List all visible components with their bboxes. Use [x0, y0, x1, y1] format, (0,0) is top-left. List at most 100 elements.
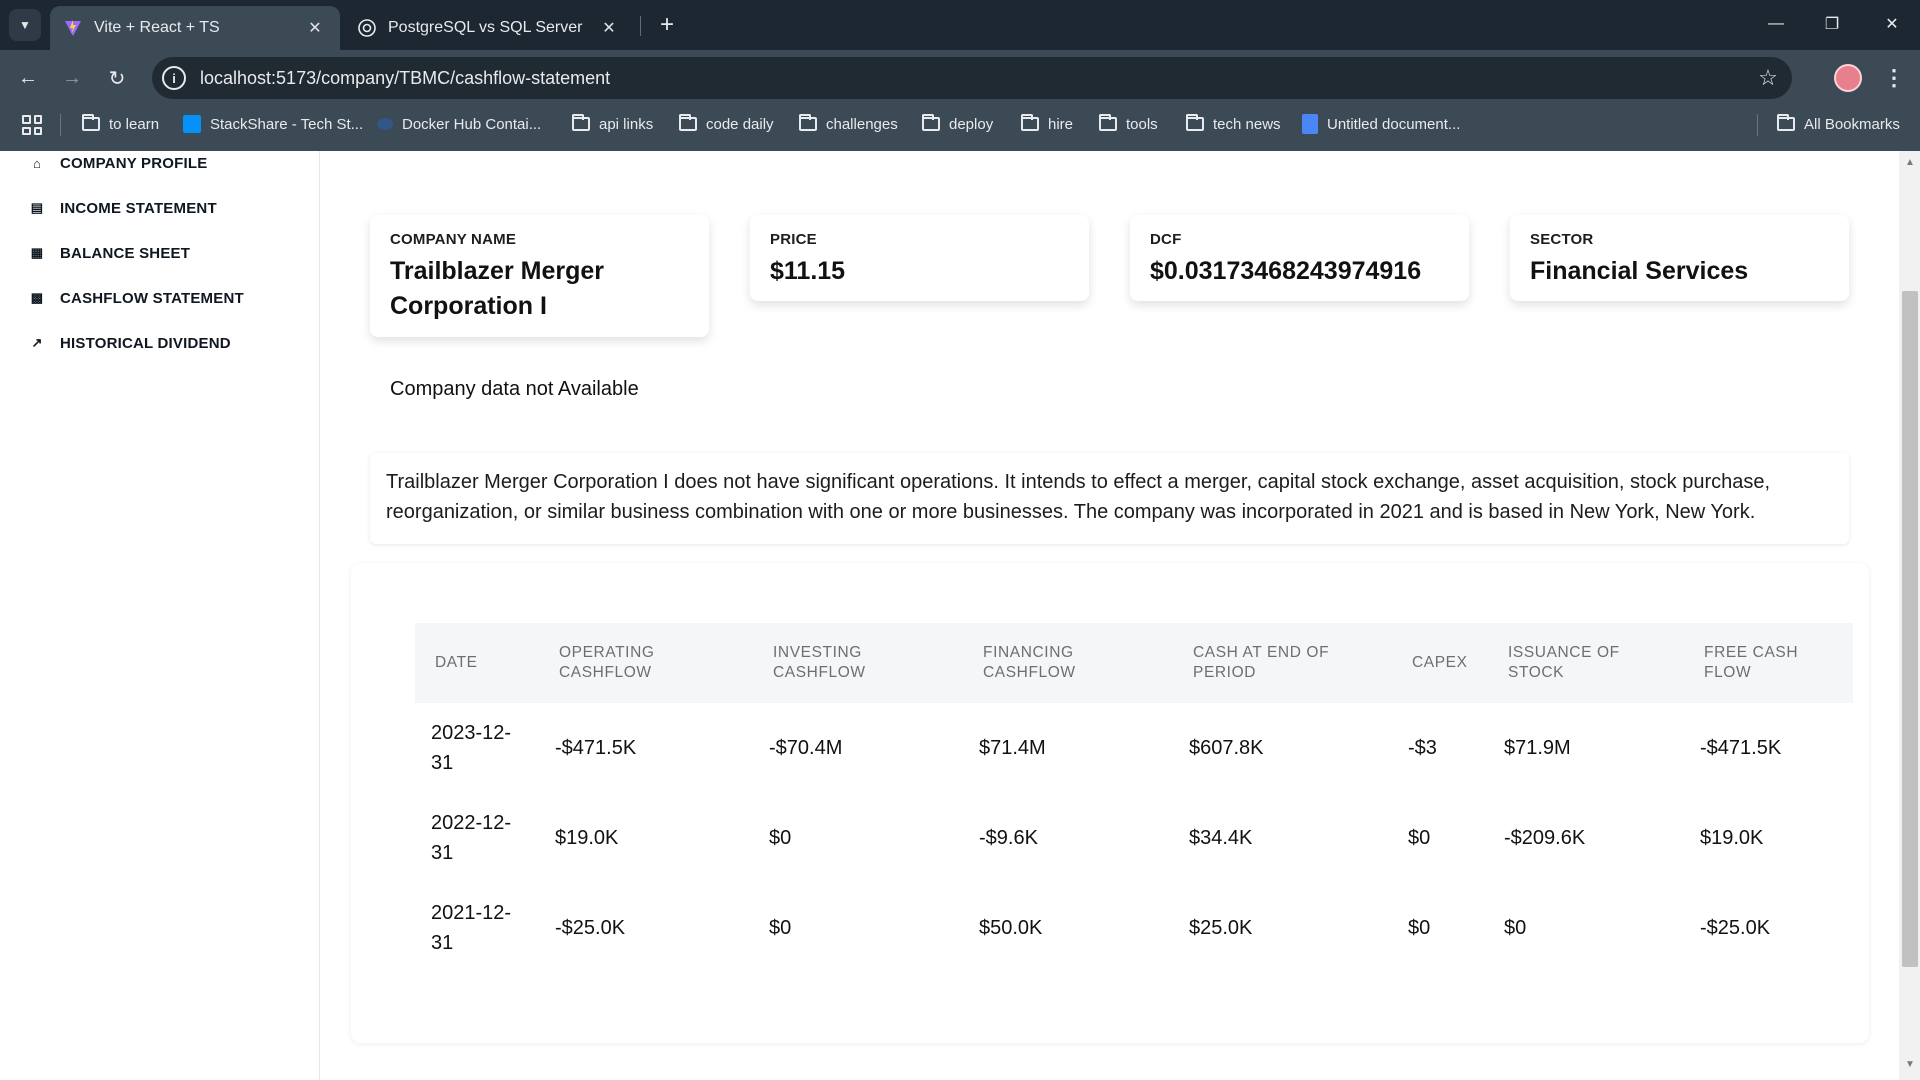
bookmark-separator: [1757, 114, 1758, 136]
tab-separator: [640, 16, 641, 36]
dcf-card: DCF $0.03173468243974916: [1130, 215, 1469, 301]
new-tab-button[interactable]: +: [652, 10, 682, 40]
bookmark-untitled-document[interactable]: Untitled document...: [1302, 106, 1460, 142]
all-bookmarks-label: All Bookmarks: [1804, 115, 1900, 133]
cashflow-table-card: DATE OPERATING CASHFLOW INVESTING CASHFL…: [351, 563, 1869, 1043]
sidebar-item-company-profile[interactable]: ⌂ COMPANY PROFILE: [28, 151, 207, 175]
restore-button[interactable]: ❐: [1812, 8, 1852, 40]
table-cell: -$471.5K: [555, 737, 637, 759]
table-cell: $0: [1504, 917, 1527, 939]
table-header-row: DATE OPERATING CASHFLOW INVESTING CASHFL…: [415, 623, 1853, 703]
table-cell: $25.0K: [1189, 917, 1253, 939]
table-row: 2023-12-31 -$471.5K -$70.4M $71.4M $607.…: [415, 703, 1853, 793]
folder-icon: [572, 114, 590, 131]
folder-icon: [922, 114, 940, 131]
tab-title: Vite + React + TS: [94, 19, 220, 36]
bookmark-stackshare[interactable]: StackShare - Tech St...: [183, 106, 363, 142]
folder-icon: [1777, 114, 1795, 131]
reload-button[interactable]: ↻: [101, 62, 133, 94]
sidebar-item-cashflow-statement[interactable]: ▩ CASHFLOW STATEMENT: [28, 286, 244, 310]
minimize-icon: —: [1768, 15, 1784, 32]
main-panel: COMPANY NAME Trailblazer Merger Corporat…: [321, 151, 1899, 1080]
column-header: ISSUANCE OF STOCK: [1508, 644, 1620, 681]
company-name-card: COMPANY NAME Trailblazer Merger Corporat…: [370, 215, 709, 337]
bookmark-label: StackShare - Tech St...: [210, 115, 364, 133]
table-cell: 2021-12-31: [431, 902, 512, 954]
stackshare-icon: [183, 115, 201, 133]
bookmark-docker[interactable]: Docker Hub Contai...: [377, 106, 541, 142]
close-window-button[interactable]: ✕: [1872, 8, 1912, 40]
bookmark-hire[interactable]: hire: [1021, 106, 1073, 142]
bookmark-api-links[interactable]: api links: [572, 106, 653, 142]
close-icon[interactable]: ✕: [304, 18, 326, 38]
site-info-icon[interactable]: i: [162, 66, 186, 90]
table-cell: $607.8K: [1189, 737, 1264, 759]
bookmark-label: tools: [1126, 115, 1158, 133]
bookmark-label: to learn: [109, 115, 160, 133]
column-header: OPERATING CASHFLOW: [559, 644, 655, 681]
folder-icon: [1186, 114, 1204, 131]
star-icon[interactable]: ☆: [1750, 65, 1786, 91]
table-cell: -$3: [1408, 737, 1437, 759]
sector-value: Financial Services: [1530, 257, 1749, 285]
table-cell: $19.0K: [555, 827, 619, 849]
bookmark-deploy[interactable]: deploy: [922, 106, 993, 142]
trend-icon: ↗: [31, 335, 43, 350]
bookmark-to-learn[interactable]: to learn: [82, 106, 159, 142]
openai-icon: [358, 19, 376, 37]
table-cell: -$25.0K: [555, 917, 626, 939]
price-card: PRICE $11.15: [750, 215, 1089, 301]
company-description: Trailblazer Merger Corporation I does no…: [370, 453, 1849, 544]
close-icon[interactable]: ✕: [598, 18, 620, 38]
column-header: INVESTING CASHFLOW: [773, 644, 866, 681]
apps-grid-icon[interactable]: [22, 115, 42, 135]
tab-vite[interactable]: Vite + React + TS ✕: [50, 6, 340, 50]
bookmark-tech-news[interactable]: tech news: [1186, 106, 1281, 142]
card-label: DCF: [1150, 231, 1182, 248]
close-icon: ✕: [1885, 16, 1899, 33]
forward-button[interactable]: →: [56, 62, 88, 94]
bookmark-label: Docker Hub Contai...: [402, 115, 542, 133]
browser-toolbar: ← → ↻ i localhost:5173/company/TBMC/cash…: [0, 50, 1920, 106]
sector-card: SECTOR Financial Services: [1510, 215, 1849, 301]
table-cell: $0: [769, 917, 792, 939]
table-cell: $0: [1408, 917, 1431, 939]
table-row: 2022-12-31 $19.0K $0 -$9.6K $34.4K $0 -$…: [415, 793, 1853, 883]
sidebar-item-balance-sheet[interactable]: ▦ BALANCE SHEET: [28, 241, 190, 265]
tab-search-button[interactable]: ▼: [9, 9, 41, 41]
table-icon: ▤: [30, 200, 44, 215]
column-header: DATE: [435, 654, 478, 671]
tab-postgres[interactable]: PostgreSQL vs SQL Server ✕: [344, 6, 634, 50]
scrollbar-thumb[interactable]: [1902, 291, 1918, 967]
all-bookmarks[interactable]: All Bookmarks: [1777, 106, 1900, 142]
table-cell: $0: [1408, 827, 1431, 849]
sidebar-item-historical-dividend[interactable]: ↗ HISTORICAL DIVIDEND: [28, 331, 231, 355]
sidebar-item-income-statement[interactable]: ▤ INCOME STATEMENT: [28, 196, 217, 220]
folder-icon: [1021, 114, 1039, 131]
cashflow-table: DATE OPERATING CASHFLOW INVESTING CASHFL…: [415, 623, 1853, 973]
table-cell: 2022-12-31: [431, 812, 512, 864]
back-button[interactable]: ←: [12, 62, 44, 94]
menu-dots-icon[interactable]: ⋮: [1880, 62, 1908, 94]
bookmark-separator: [60, 114, 61, 136]
google-docs-icon: [1302, 114, 1318, 134]
table-cell: -$9.6K: [979, 827, 1038, 849]
column-header: FINANCING CASHFLOW: [983, 644, 1076, 681]
bookmark-tools[interactable]: tools: [1099, 106, 1158, 142]
arrow-right-icon: →: [62, 66, 82, 89]
bookmark-challenges[interactable]: challenges: [799, 106, 898, 142]
table-cell: -$25.0K: [1700, 917, 1771, 939]
scroll-up-icon[interactable]: ▲: [1903, 157, 1917, 171]
main-content: COMPANY NAME Trailblazer Merger Corporat…: [321, 151, 1899, 1080]
address-bar[interactable]: i localhost:5173/company/TBMC/cashflow-s…: [152, 57, 1792, 99]
url-text[interactable]: localhost:5173/company/TBMC/cashflow-sta…: [200, 68, 1750, 89]
minimize-button[interactable]: —: [1756, 8, 1796, 40]
bookmarks-bar: to learn StackShare - Tech St... Docker …: [0, 106, 1920, 151]
scroll-down-icon[interactable]: ▼: [1903, 1059, 1917, 1073]
folder-icon: [82, 114, 100, 131]
sidebar-item-label: INCOME STATEMENT: [60, 199, 217, 217]
reload-icon: ↻: [108, 67, 126, 90]
profile-avatar[interactable]: [1834, 64, 1862, 92]
table-cell: $34.4K: [1189, 827, 1253, 849]
bookmark-code-daily[interactable]: code daily: [679, 106, 774, 142]
